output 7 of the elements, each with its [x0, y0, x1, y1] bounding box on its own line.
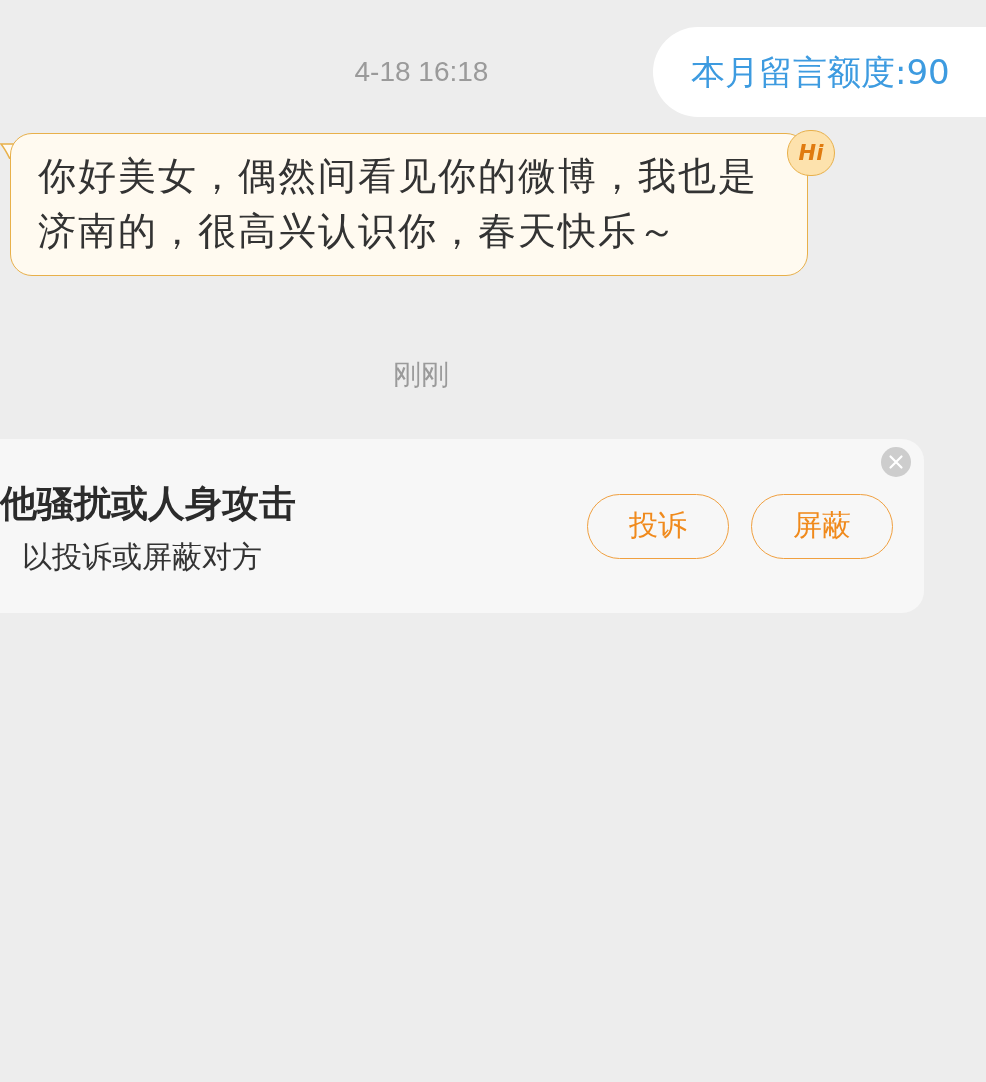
hi-badge: Hi — [787, 130, 835, 176]
message-text: 你好美女，偶然间看见你的微博，我也是济南的，很高兴认识你，春天快乐～ — [38, 153, 759, 255]
close-icon[interactable] — [881, 447, 911, 477]
divider-timestamp: 刚刚 — [393, 357, 449, 393]
message-timestamp: 4-18 16:18 — [354, 55, 489, 89]
notice-subtitle: 以投诉或屏蔽对方 — [21, 537, 263, 576]
quota-text: 本月留言额度:90 — [691, 51, 950, 94]
